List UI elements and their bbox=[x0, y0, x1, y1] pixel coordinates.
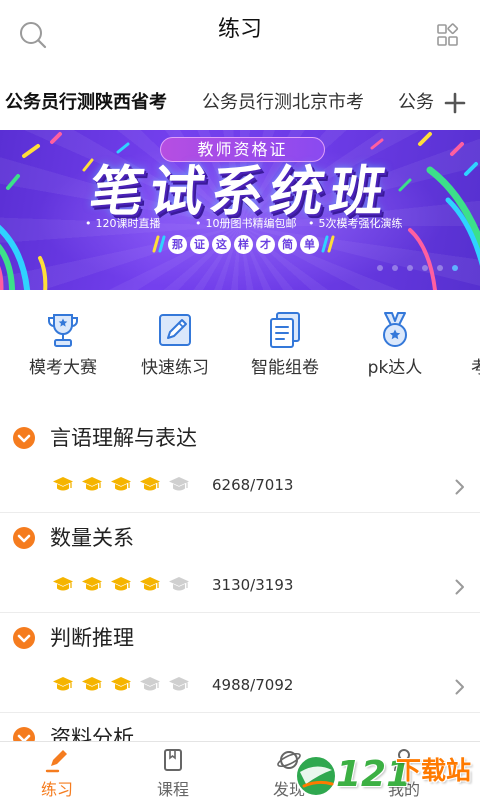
category-row[interactable]: 资料分析 bbox=[0, 713, 480, 741]
category-row[interactable]: 判断推理 4988/7092 bbox=[0, 613, 480, 713]
graduation-cap-icon bbox=[168, 576, 190, 594]
nav-label: 练习 bbox=[40, 780, 73, 799]
carousel-indicator bbox=[377, 265, 458, 271]
trophy-icon bbox=[48, 314, 78, 347]
shortcut-quick-practice[interactable]: 快速练习 bbox=[120, 292, 230, 396]
shortcut-smart-paper[interactable]: 智能组卷 bbox=[230, 292, 340, 396]
carousel-dot[interactable] bbox=[437, 265, 443, 271]
bottom-nav: 练习 课程 发现 我的 bbox=[0, 741, 480, 800]
progress-count: 3130/3193 bbox=[212, 576, 294, 594]
banner-feature: 10册图书精编包邮 bbox=[195, 217, 297, 231]
category-row[interactable]: 言语理解与表达 6268/7013 bbox=[0, 413, 480, 513]
banner-feature: 120课时直播 bbox=[85, 217, 161, 231]
nav-label: 发现 bbox=[272, 780, 305, 799]
graduation-cap-icon bbox=[81, 676, 103, 694]
chevron-right-icon bbox=[455, 579, 465, 595]
expand-toggle-icon[interactable] bbox=[13, 727, 35, 741]
nav-me[interactable]: 我的 bbox=[346, 742, 462, 800]
carousel-dot[interactable] bbox=[452, 265, 458, 271]
tab-beijing-exam[interactable]: 公务员行测北京市考 bbox=[202, 90, 364, 116]
graduation-cap-icon bbox=[168, 676, 190, 694]
graduation-cap-icon bbox=[139, 576, 161, 594]
chevron-right-icon bbox=[455, 679, 465, 695]
graduation-cap-icon bbox=[81, 576, 103, 594]
level-rating bbox=[52, 676, 192, 694]
graduation-cap-icon bbox=[139, 676, 161, 694]
nav-practice[interactable]: 练习 bbox=[0, 742, 115, 800]
nav-courses[interactable]: 课程 bbox=[115, 742, 231, 800]
slogan-char: 才 bbox=[256, 235, 275, 254]
graduation-cap-icon bbox=[81, 476, 103, 494]
nav-discover[interactable]: 发现 bbox=[231, 742, 347, 800]
book-icon bbox=[164, 749, 182, 771]
shortcut-row: 模考大赛 快速练习 智能组卷 pk达人 考 bbox=[0, 292, 480, 396]
carousel-dot[interactable] bbox=[392, 265, 398, 271]
nav-label: 我的 bbox=[387, 780, 420, 799]
progress-count: 4988/7092 bbox=[212, 676, 294, 694]
carousel-dot[interactable] bbox=[377, 265, 383, 271]
shortcut-label: 快速练习 bbox=[141, 358, 209, 378]
banner-feature: 5次模考强化演练 bbox=[308, 217, 403, 231]
slogan-char: 单 bbox=[300, 235, 319, 254]
expand-toggle-icon[interactable] bbox=[13, 427, 35, 449]
exam-tabs: 公务员行测陕西省考 公务员行测北京市考 公务 bbox=[0, 80, 480, 126]
nav-label: 课程 bbox=[156, 780, 189, 799]
app-header: 练习 bbox=[0, 0, 480, 72]
edit-icon bbox=[159, 314, 191, 346]
chevron-right-icon bbox=[455, 479, 465, 495]
slogan-char: 简 bbox=[278, 235, 297, 254]
slogan-char: 那 bbox=[168, 235, 187, 254]
expand-toggle-icon[interactable] bbox=[13, 527, 35, 549]
graduation-cap-icon bbox=[52, 576, 74, 594]
tab-shaanxi-exam[interactable]: 公务员行测陕西省考 bbox=[5, 90, 167, 116]
grid-icon[interactable] bbox=[436, 23, 460, 47]
person-icon bbox=[394, 749, 414, 772]
graduation-cap-icon bbox=[139, 476, 161, 494]
category-title: 判断推理 bbox=[50, 626, 134, 650]
pencil-icon bbox=[45, 750, 67, 773]
shortcut-label: 模考大赛 bbox=[29, 358, 97, 378]
shortcut-mock-contest[interactable]: 模考大赛 bbox=[8, 292, 118, 396]
promo-banner[interactable]: 教师资格证 笔试系统班 120课时直播 10册图书精编包邮 5次模考强化演练 那… bbox=[0, 130, 480, 290]
shortcut-pk-master[interactable]: pk达人 bbox=[340, 292, 450, 396]
shortcut-label-partial[interactable]: 考 bbox=[471, 356, 480, 380]
graduation-cap-icon bbox=[168, 476, 190, 494]
plus-icon[interactable] bbox=[444, 92, 466, 114]
carousel-dot[interactable] bbox=[422, 265, 428, 271]
shortcut-label: pk达人 bbox=[367, 358, 423, 378]
category-title: 言语理解与表达 bbox=[50, 426, 197, 450]
level-rating bbox=[52, 476, 192, 494]
slogan-char: 证 bbox=[190, 235, 209, 254]
banner-headline: 笔试系统班 bbox=[85, 160, 395, 223]
tab-truncated[interactable]: 公务 bbox=[398, 90, 434, 116]
document-icon bbox=[270, 312, 300, 348]
graduation-cap-icon bbox=[52, 676, 74, 694]
level-rating bbox=[52, 576, 192, 594]
progress-count: 6268/7013 bbox=[212, 476, 294, 494]
graduation-cap-icon bbox=[110, 576, 132, 594]
banner-badge: 教师资格证 bbox=[160, 137, 325, 162]
graduation-cap-icon bbox=[52, 476, 74, 494]
category-list: 言语理解与表达 6268/7013 数量关系 3130/3193 判断推理 49… bbox=[0, 413, 480, 741]
shortcut-label: 智能组卷 bbox=[251, 358, 319, 378]
expand-toggle-icon[interactable] bbox=[13, 627, 35, 649]
medal-icon bbox=[383, 312, 407, 347]
graduation-cap-icon bbox=[110, 676, 132, 694]
graduation-cap-icon bbox=[110, 476, 132, 494]
banner-slogan: 那 证 这 样 才 简 单 bbox=[168, 235, 319, 255]
planet-icon bbox=[277, 751, 301, 769]
category-title: 数量关系 bbox=[50, 526, 134, 550]
category-title: 资料分析 bbox=[50, 726, 134, 741]
slogan-char: 这 bbox=[212, 235, 231, 254]
page-title: 练习 bbox=[217, 17, 262, 42]
category-row[interactable]: 数量关系 3130/3193 bbox=[0, 513, 480, 613]
slogan-char: 样 bbox=[234, 235, 253, 254]
carousel-dot[interactable] bbox=[407, 265, 413, 271]
